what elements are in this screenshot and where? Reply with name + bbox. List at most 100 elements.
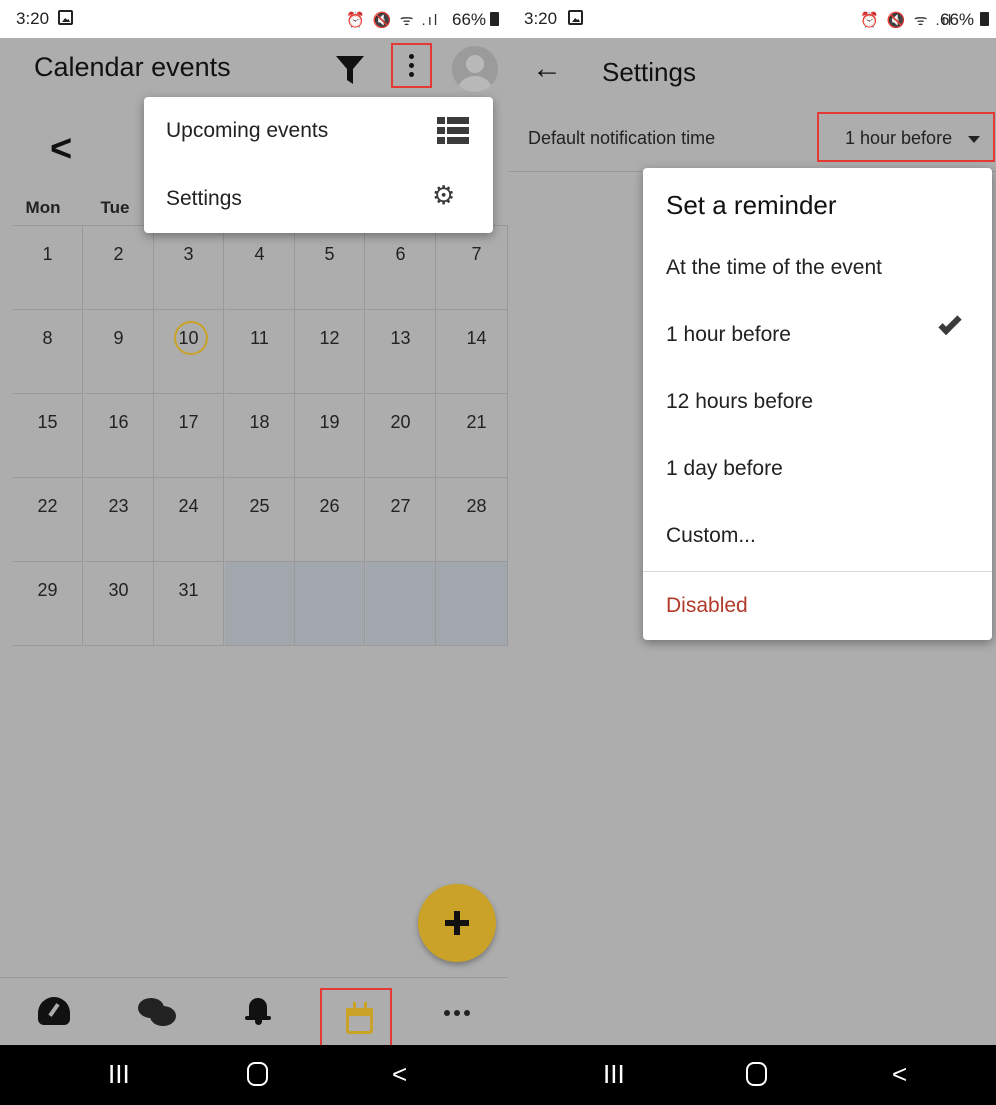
day-cell[interactable]: 16 [84,394,154,478]
day-cell[interactable]: 14 [436,310,508,394]
day-number: 23 [108,496,129,516]
day-number: 17 [178,412,199,432]
day-number: 10 [178,328,199,348]
day-cell[interactable]: 5 [295,226,365,310]
day-cell[interactable]: 29 [13,562,83,646]
chevron-left-icon[interactable]: < [50,128,72,171]
option-custom[interactable]: Custom... [643,503,992,570]
day-cell[interactable]: 3 [154,226,224,310]
day-cell-empty [225,562,295,646]
day-number: 12 [319,328,340,348]
day-cell[interactable]: 15 [13,394,83,478]
day-number: 22 [37,496,58,516]
day-cell[interactable]: 21 [436,394,508,478]
day-cell[interactable]: 26 [295,478,365,562]
day-cell-empty [436,562,508,646]
filter-icon[interactable] [336,56,364,86]
day-cell[interactable]: 12 [295,310,365,394]
day-number: 8 [42,328,53,348]
day-cell[interactable]: 17 [154,394,224,478]
day-cell-today[interactable]: 10 [154,310,224,394]
day-number: 16 [108,412,129,432]
option-1-day-before[interactable]: 1 day before [643,436,992,503]
recents-button[interactable]: III [108,1059,130,1090]
more-icon[interactable] [444,1010,470,1016]
add-event-button[interactable] [418,884,496,962]
day-cell[interactable]: 11 [225,310,295,394]
day-number: 28 [466,496,487,516]
day-number: 24 [178,496,199,516]
app-bar: Calendar events [0,38,508,100]
option-disabled[interactable]: Disabled [643,573,992,640]
day-cell[interactable]: 30 [84,562,154,646]
day-number: 3 [183,244,194,264]
calendar-icon [346,1002,373,1034]
back-button[interactable]: < [392,1059,407,1090]
settings-screen: 3:20 ⏰ 🔇 ᯤ .ıl 66% ← Settings Default no… [508,0,996,1105]
bell-icon[interactable] [245,994,271,1026]
day-number: 5 [324,244,335,264]
notification-time-dropdown[interactable]: 1 hour before [817,112,995,162]
day-cell[interactable]: 8 [13,310,83,394]
option-label: 12 hours before [666,390,814,413]
battery-level: 66% [940,10,975,29]
day-number: 30 [108,580,129,600]
status-time: 3:20 [16,9,50,28]
day-cell[interactable]: 27 [366,478,436,562]
back-button[interactable]: < [892,1059,907,1090]
day-number: 20 [390,412,411,432]
option-at-event-time[interactable]: At the time of the event [643,235,992,302]
day-cell[interactable]: 6 [366,226,436,310]
day-cell[interactable]: 20 [366,394,436,478]
day-number: 9 [113,328,124,348]
day-cell[interactable]: 24 [154,478,224,562]
day-number: 31 [178,580,199,600]
option-1-hour-before[interactable]: 1 hour before [643,302,992,369]
day-cell[interactable]: 9 [84,310,154,394]
day-cell[interactable]: 25 [225,478,295,562]
day-cell[interactable]: 1 [13,226,83,310]
app-bar: ← Settings [508,38,996,104]
day-number: 29 [37,580,58,600]
day-number: 21 [466,412,487,432]
day-cell[interactable]: 19 [295,394,365,478]
day-number: 27 [390,496,411,516]
home-button[interactable] [247,1062,268,1086]
day-number: 6 [395,244,406,264]
recents-button[interactable]: III [603,1059,625,1090]
home-button[interactable] [746,1062,767,1086]
option-label: Disabled [666,594,748,617]
day-cell[interactable]: 18 [225,394,295,478]
battery-level: 66% [452,10,487,29]
day-number: 2 [113,244,124,264]
day-cell[interactable]: 31 [154,562,224,646]
dashboard-icon[interactable] [38,997,70,1025]
day-cell[interactable]: 23 [84,478,154,562]
more-options-button[interactable] [391,43,432,88]
day-cell[interactable]: 2 [84,226,154,310]
reminder-dialog: Set a reminder At the time of the event … [643,168,992,640]
back-arrow-icon[interactable]: ← [532,52,562,86]
chat-icon[interactable] [138,996,178,1026]
calendar-grid: 1 2 3 4 5 6 7 8 9 10 11 12 13 14 15 16 1… [13,225,508,646]
day-number: 18 [249,412,270,432]
divider [643,571,992,572]
avatar[interactable] [452,46,498,92]
system-nav-bar: III < [508,1045,996,1105]
option-label: 1 hour before [666,323,791,346]
option-12-hours-before[interactable]: 12 hours before [643,369,992,436]
day-number: 19 [319,412,340,432]
day-cell[interactable]: 7 [436,226,508,310]
system-status-icons: ⏰ 🔇 ᯤ .ıl [346,12,440,29]
option-label: Custom... [666,524,756,547]
day-cell-empty [366,562,436,646]
day-cell[interactable]: 28 [436,478,508,562]
day-cell[interactable]: 4 [225,226,295,310]
option-label: 1 day before [666,457,783,480]
day-cell[interactable]: 22 [13,478,83,562]
menu-item-settings[interactable]: Settings ⚙ [144,165,493,233]
check-icon [938,311,962,336]
day-cell[interactable]: 13 [366,310,436,394]
more-vertical-icon [409,54,414,77]
menu-item-upcoming-events[interactable]: Upcoming events [144,97,493,165]
